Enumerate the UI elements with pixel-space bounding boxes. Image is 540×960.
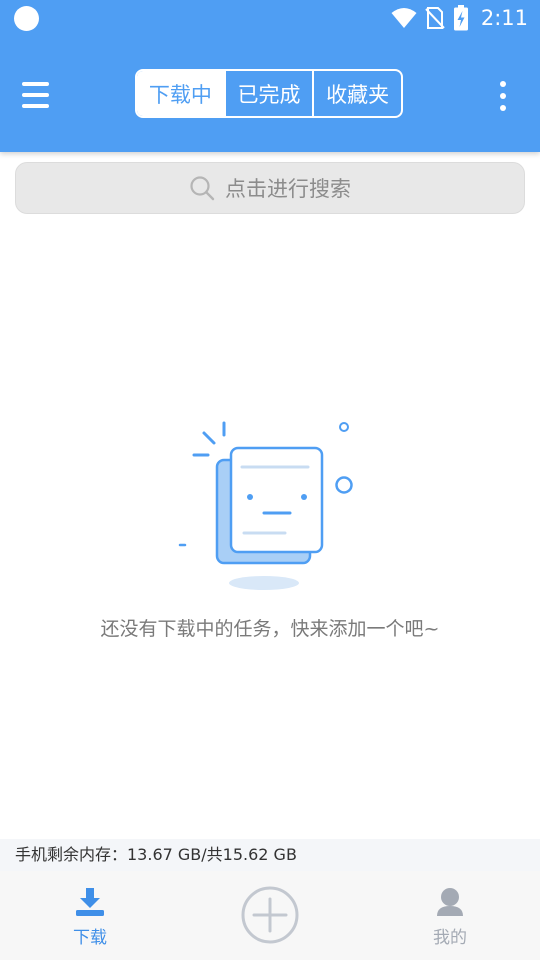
storage-info: 手机剩余内存：13.67 GB/共15.62 GB: [0, 839, 540, 871]
status-icons: 2:11: [391, 4, 528, 32]
no-sim-icon: [425, 7, 445, 29]
empty-state-message: 还没有下载中的任务，快来添加一个吧~: [100, 618, 440, 640]
search-bar[interactable]: 点击进行搜索: [15, 162, 525, 214]
user-icon: [437, 888, 463, 916]
tab-completed[interactable]: 已完成: [223, 71, 313, 116]
nav-mine-label: 我的: [433, 928, 467, 948]
bottom-navigation: 下载 我的: [0, 871, 540, 960]
status-time: 2:11: [480, 6, 528, 30]
add-circle-icon[interactable]: [240, 885, 300, 945]
download-icon: [76, 888, 104, 916]
nav-mine[interactable]: 我的: [390, 871, 510, 960]
battery-charging-icon: [453, 5, 468, 31]
search-icon: [190, 176, 215, 201]
nav-download-label: 下载: [73, 928, 107, 948]
status-bar: 2:11: [0, 0, 540, 36]
wifi-icon: [391, 8, 417, 28]
empty-document-illustration: [178, 421, 353, 590]
nav-download[interactable]: 下载: [30, 871, 150, 960]
tab-downloading[interactable]: 下载中: [137, 71, 224, 116]
menu-icon[interactable]: [20, 80, 52, 110]
search-placeholder: 点击进行搜索: [225, 177, 351, 201]
more-vertical-icon[interactable]: [490, 78, 516, 114]
circle-indicator-icon: [14, 6, 39, 31]
app-header: 2:11 下载中 已完成 收藏夹: [0, 0, 540, 152]
tab-favorites[interactable]: 收藏夹: [312, 71, 401, 116]
download-tabs: 下载中 已完成 收藏夹: [135, 69, 403, 118]
